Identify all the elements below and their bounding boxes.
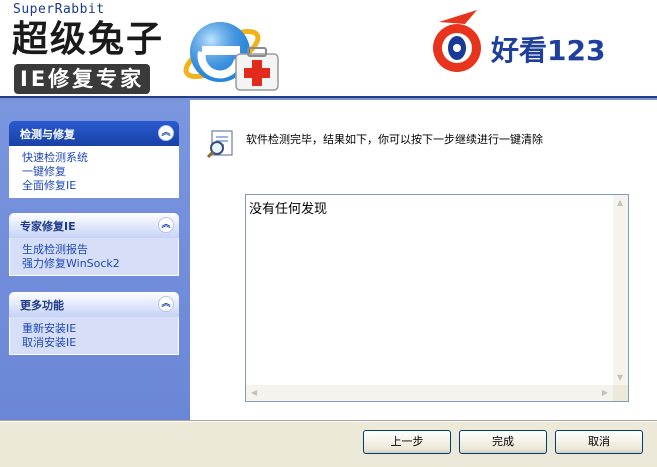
finish-button[interactable]: 完成 — [459, 430, 547, 454]
panel-expert-repair: 专家修复IE ︽ 生成检测报告 强力修复WinSock2 — [9, 213, 179, 276]
panel-header-expert-repair[interactable]: 专家修复IE ︽ — [9, 213, 179, 238]
chevron-up-icon[interactable]: ︽ — [158, 296, 174, 312]
horizontal-scrollbar[interactable]: ◀ ▶ — [246, 385, 613, 401]
vertical-scrollbar[interactable]: ▲ ▼ — [613, 195, 628, 385]
scroll-left-icon[interactable]: ◀ — [251, 388, 257, 397]
panel-detect-repair: 检测与修复 ︽ 快速检测系统 一键修复 全面修复IE — [9, 121, 179, 198]
magnifier-report-icon — [206, 130, 233, 159]
link-quick-scan[interactable]: 快速检测系统 — [22, 151, 178, 165]
scroll-right-icon[interactable]: ▶ — [602, 388, 608, 397]
scan-result-list[interactable]: 没有任何发现 ▲ ▼ ◀ ▶ — [245, 194, 629, 402]
scan-result-message: 软件检测完毕，结果如下，你可以按下一步继续进行一键清除 — [246, 133, 543, 146]
main-content: 软件检测完毕，结果如下，你可以按下一步继续进行一键清除 没有任何发现 ▲ ▼ ◀… — [190, 100, 657, 420]
link-uninstall-ie[interactable]: 取消安装IE — [22, 336, 178, 350]
sidebar: 检测与修复 ︽ 快速检测系统 一键修复 全面修复IE 专家修复IE ︽ 生成检测… — [0, 100, 190, 420]
ie-repair-window: SuperRabbit 超级兔子 IE修复专家 好看123 检测与修复 ︽ 快速… — [0, 0, 657, 467]
chevron-up-icon[interactable]: ︽ — [158, 125, 174, 141]
panel-body: 生成检测报告 强力修复WinSock2 — [9, 238, 179, 276]
link-reinstall-ie[interactable]: 重新安装IE — [22, 322, 178, 336]
panel-more-functions: 更多功能 ︽ 重新安装IE 取消安装IE — [9, 292, 179, 355]
scrollbar-corner — [613, 385, 628, 401]
scroll-down-icon[interactable]: ▼ — [617, 373, 623, 382]
haokan123-logo-icon: 好看123 — [433, 10, 605, 72]
brand-name: 超级兔子 — [12, 19, 165, 60]
panel-header-more-functions[interactable]: 更多功能 ︽ — [9, 292, 179, 317]
link-one-click-repair[interactable]: 一键修复 — [22, 165, 178, 179]
panel-header-detect-repair[interactable]: 检测与修复 ︽ — [9, 121, 179, 146]
panel-body: 快速检测系统 一键修复 全面修复IE — [9, 146, 179, 198]
chevron-up-icon[interactable]: ︽ — [158, 217, 174, 233]
cancel-button[interactable]: 取消 — [555, 430, 643, 454]
brand-english-name: SuperRabbit — [13, 2, 105, 17]
link-generate-report[interactable]: 生成检测报告 — [22, 243, 178, 257]
ie-repair-logo-icon — [183, 22, 279, 91]
back-button[interactable]: 上一步 — [363, 430, 451, 454]
product-name: IE修复专家 — [14, 64, 151, 94]
svg-text:好看123: 好看123 — [490, 34, 605, 67]
panel-body: 重新安装IE 取消安装IE — [9, 317, 179, 355]
footer-divider-light — [0, 421, 657, 422]
header-banner: SuperRabbit 超级兔子 IE修复专家 好看123 — [0, 0, 657, 97]
link-full-repair-ie[interactable]: 全面修复IE — [22, 179, 178, 193]
scroll-up-icon[interactable]: ▲ — [617, 198, 623, 207]
scan-result-text: 没有任何发现 — [249, 202, 328, 217]
link-force-repair-winsock2[interactable]: 强力修复WinSock2 — [22, 257, 178, 271]
panel-title: 检测与修复 — [20, 127, 75, 141]
panel-title: 专家修复IE — [20, 219, 76, 233]
panel-title: 更多功能 — [20, 298, 64, 312]
